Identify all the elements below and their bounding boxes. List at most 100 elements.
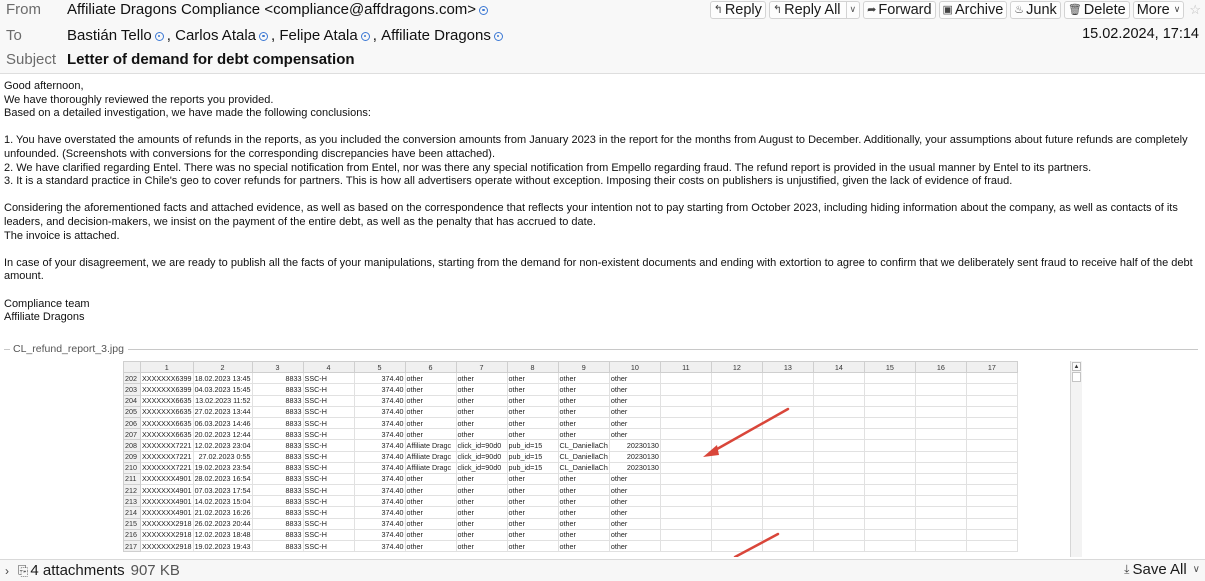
table-cell: other: [608, 428, 661, 441]
delete-button[interactable]: 🗑 Delete: [1063, 0, 1130, 19]
reply-all-button[interactable]: ↰ Reply All ∨: [768, 0, 861, 19]
table-row: 203 XXXXXXX6399 04.03.2023 15:45 8833 SSC-H 3…: [123, 383, 1018, 396]
table-cell: 374.40: [353, 484, 406, 497]
table-cell: [659, 472, 712, 486]
table-cell: [659, 372, 712, 385]
column-header: 4: [302, 361, 355, 374]
chevron-down-icon[interactable]: ∨: [1193, 564, 1200, 575]
table-cell: [812, 472, 865, 486]
row-header: 208: [123, 439, 141, 452]
table-cell: 04.03.2023 15:45: [192, 383, 253, 396]
table-cell: 8833: [251, 484, 304, 497]
chevron-right-icon[interactable]: ›: [5, 564, 16, 578]
contact-icon[interactable]: [493, 31, 503, 41]
row-header: 202: [123, 372, 141, 385]
table-cell: [761, 450, 814, 463]
table-row: 211 XXXXXXX4901 28.02.2023 16:54 8833 SSC-H 3…: [123, 472, 1018, 486]
table-cell: [812, 394, 865, 407]
more-button[interactable]: More ∨: [1132, 0, 1185, 19]
column-header: 17: [965, 361, 1018, 374]
junk-button[interactable]: ♨ Junk: [1010, 0, 1061, 19]
table-row: 206 XXXXXXX6635 06.03.2023 14:46 8833 SSC-H 3…: [123, 416, 1018, 430]
table-cell: Affiliate Dragc: [404, 461, 457, 474]
table-cell: [659, 450, 712, 463]
table-cell: [863, 472, 916, 486]
contact-icon[interactable]: [259, 31, 268, 41]
table-cell: [659, 383, 712, 396]
table-cell: [965, 416, 1018, 430]
table-row: 214 XXXXXXX4901 21.02.2023 16:26 8833 SSC-H 3…: [123, 506, 1018, 519]
table-cell: other: [557, 495, 610, 508]
table-cell: [965, 472, 1018, 486]
archive-button[interactable]: ▣ Archive: [938, 0, 1008, 19]
table-cell: other: [557, 394, 610, 407]
table-cell: other: [608, 517, 661, 530]
table-cell: [812, 450, 865, 463]
row-header: 207: [123, 428, 141, 441]
table-cell: [863, 428, 916, 441]
table-cell: 07.03.2023 17:54: [192, 484, 253, 497]
sender-address[interactable]: Affiliate Dragons Compliance <compliance…: [67, 1, 476, 18]
from-label: From: [6, 0, 41, 18]
table-cell: [812, 484, 865, 497]
table-cell: 374.40: [353, 506, 406, 519]
table-cell: other: [455, 372, 508, 385]
column-header: 14: [812, 361, 865, 374]
recipient[interactable]: Carlos Atala: [175, 27, 256, 44]
table-cell: other: [506, 383, 559, 396]
table-cell: other: [557, 506, 610, 519]
reply-button[interactable]: ↰ Reply: [709, 0, 766, 19]
recipient[interactable]: Affiliate Dragons: [381, 27, 491, 44]
table-cell: other: [557, 539, 610, 553]
table-cell: other: [455, 394, 508, 407]
table-cell: 8833: [251, 372, 304, 385]
forward-button[interactable]: ➦ Forward: [863, 0, 936, 19]
save-all-button[interactable]: ⤓ Save All ∨: [1124, 561, 1200, 578]
chevron-down-icon[interactable]: ∨: [845, 1, 860, 18]
attachments-count[interactable]: 4 attachments: [30, 562, 124, 579]
table-row: 204 XXXXXXX6635 13.02.2023 11:52 8833 SSC-H 3…: [123, 394, 1018, 407]
table-cell: pub_id=15: [506, 450, 559, 463]
row-header: 209: [123, 450, 141, 463]
recipient[interactable]: Felipe Atala: [279, 27, 357, 44]
table-cell: other: [608, 539, 661, 553]
table-cell: [812, 428, 865, 441]
table-cell: SSC-H: [302, 439, 355, 452]
row-header: 212: [123, 484, 141, 497]
column-header: 16: [914, 361, 967, 374]
table-cell: [914, 495, 967, 508]
column-header: 1: [140, 361, 194, 374]
star-icon[interactable]: ☆: [1189, 2, 1201, 18]
table-cell: other: [608, 506, 661, 519]
table-cell: 8833: [251, 405, 304, 418]
column-header: 2: [192, 361, 253, 374]
table-cell: 8833: [251, 394, 304, 407]
contact-icon[interactable]: [360, 31, 370, 41]
table-cell: 374.40: [353, 472, 406, 486]
to-label: To: [6, 26, 22, 44]
table-cell: 8833: [251, 450, 304, 463]
contact-icon[interactable]: [154, 31, 164, 41]
recipient[interactable]: Bastián Tello: [67, 27, 152, 44]
table-cell: other: [506, 428, 559, 441]
table-cell: [761, 383, 814, 396]
table-cell: [710, 539, 763, 553]
table-cell: CL_DaniellaCh: [557, 450, 610, 463]
contact-icon[interactable]: [479, 5, 489, 15]
table-cell: [914, 506, 967, 519]
paragraph-demand: Considering the aforementioned facts and…: [4, 202, 1178, 228]
table-cell: [659, 484, 712, 497]
row-header: 214: [123, 506, 141, 519]
message-date: 15.02.2024, 17:14: [1082, 26, 1199, 42]
table-cell: XXXXXXX6399: [140, 383, 194, 396]
table-cell: other: [557, 428, 610, 441]
table-cell: [812, 416, 865, 430]
table-cell: Affiliate Dragc: [404, 450, 457, 463]
table-cell: [914, 484, 967, 497]
row-header: 217: [123, 539, 141, 553]
scroll-thumb: [1072, 372, 1081, 382]
attachment-filename[interactable]: CL_refund_report_3.jpg: [13, 343, 124, 355]
table-cell: [761, 416, 814, 430]
table-cell: [812, 495, 865, 508]
table-cell: [965, 383, 1018, 396]
